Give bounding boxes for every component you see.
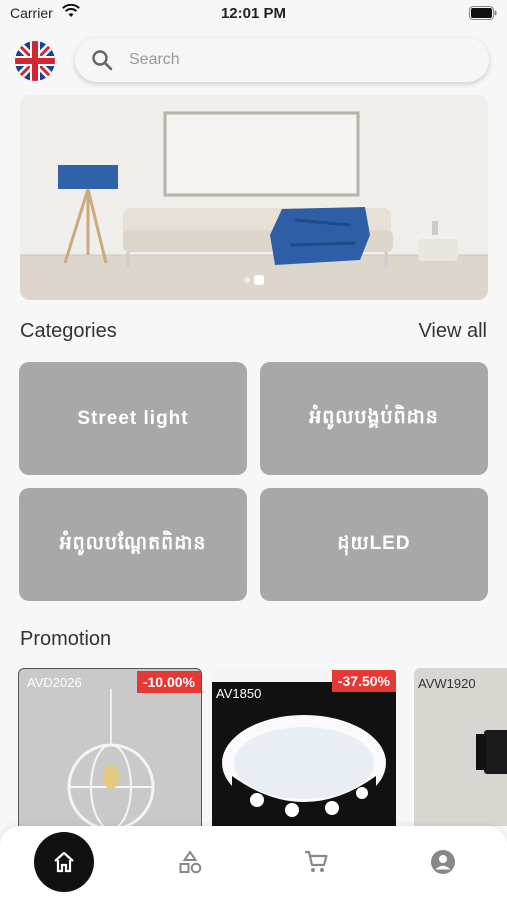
search-input[interactable] [129, 38, 469, 82]
category-label: Street light [77, 407, 189, 429]
uk-flag-icon[interactable] [15, 41, 55, 81]
category-card[interactable]: អំពូលបង្គប់ពិដាន [260, 362, 488, 475]
nav-account[interactable] [413, 832, 473, 892]
product-code: AVD2026 [27, 675, 82, 690]
status-time: 12:01 PM [220, 5, 287, 22]
search-bar[interactable] [75, 38, 489, 82]
category-label: អំពូលបណ្ដែតពិដាន [59, 532, 207, 554]
view-all-link[interactable]: View all [418, 320, 487, 343]
nav-home[interactable] [34, 832, 94, 892]
category-label: អំពូលបង្គប់ពិដាន [309, 406, 439, 428]
banner-pagination [20, 270, 488, 288]
category-card[interactable]: អំពូលបណ្ដែតពិដាន [19, 488, 247, 601]
category-label: ដុយLED [337, 532, 411, 554]
battery-icon [469, 6, 497, 20]
discount-badge: -37.50% [331, 670, 396, 692]
pagination-dot[interactable] [244, 277, 250, 283]
product-card[interactable]: AVD2026 -10.00% [18, 668, 202, 826]
pagination-dot-active[interactable] [254, 275, 264, 285]
cart-icon [305, 850, 328, 872]
product-image [476, 730, 507, 774]
bottom-navigation [0, 826, 507, 900]
product-code: AV1850 [216, 686, 262, 701]
account-icon [431, 850, 455, 874]
product-code: AVW1920 [418, 676, 476, 691]
categories-title: Categories [20, 320, 117, 342]
search-icon [92, 50, 113, 71]
discount-badge: -10.00% [136, 671, 201, 693]
status-bar: Carrier 12:01 PM [0, 0, 507, 28]
promotion-list: AVD2026 -10.00% AV1850 -37.50% AVW1920 [18, 668, 507, 826]
header [15, 38, 492, 82]
category-card[interactable]: ដុយLED [260, 488, 488, 601]
product-card[interactable]: AVW1920 [414, 668, 507, 826]
product-card[interactable]: AV1850 -37.50% [212, 668, 396, 826]
nav-categories[interactable] [160, 832, 220, 892]
promotion-title: Promotion [20, 628, 112, 650]
nav-cart[interactable] [286, 832, 346, 892]
categories-icon [179, 850, 202, 874]
promo-banner[interactable] [20, 95, 488, 300]
category-card[interactable]: Street light [19, 362, 247, 475]
home-icon [54, 851, 74, 873]
